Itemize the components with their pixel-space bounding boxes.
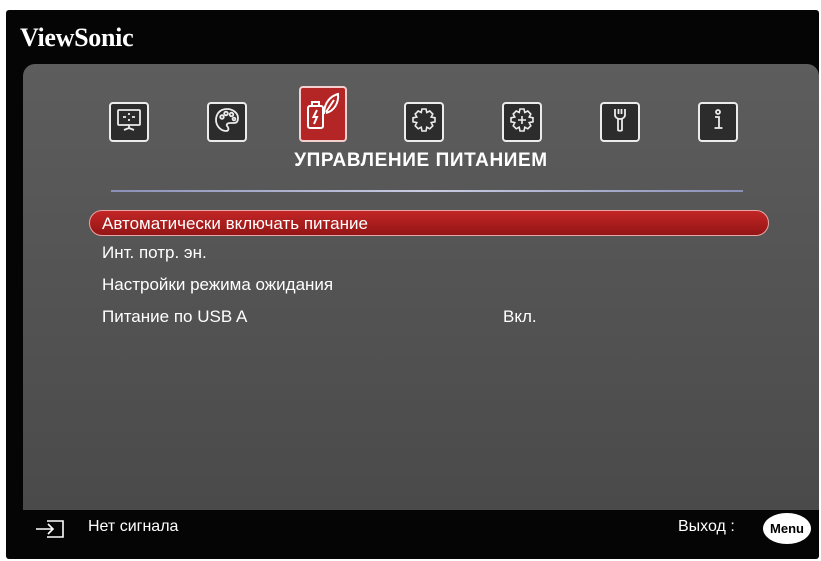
tab-power-management[interactable] xyxy=(299,86,347,142)
tab-system[interactable] xyxy=(600,102,640,142)
footer-bar: Нет сигнала Выход : Menu xyxy=(6,510,819,550)
palette-icon xyxy=(213,106,241,139)
menu-item-label: Автоматически включать питание xyxy=(102,214,368,233)
info-icon xyxy=(704,106,732,139)
osd-panel: УПРАВЛЕНИЕ ПИТАНИЕМ Автоматически включа… xyxy=(23,64,819,510)
tab-basic[interactable] xyxy=(404,102,444,142)
exit-label: Выход : xyxy=(678,518,735,535)
power-management-icon xyxy=(304,90,342,139)
menu-item-label: Инт. потр. эн. xyxy=(102,243,207,262)
title-divider xyxy=(111,190,743,192)
input-source-icon xyxy=(33,518,67,540)
menu-item-smart-energy[interactable]: Инт. потр. эн. xyxy=(99,240,207,266)
menu-item-usb-a-power[interactable]: Питание по USB A Вкл. xyxy=(99,304,537,330)
menu-item-auto-power-on[interactable]: Автоматически включать питание xyxy=(89,210,769,236)
signal-status: Нет сигнала xyxy=(88,518,179,535)
wrench-icon xyxy=(606,106,634,139)
advanced-gear-icon xyxy=(508,106,536,139)
tab-advanced[interactable] xyxy=(502,102,542,142)
display-icon xyxy=(115,106,143,139)
menu-item-value: Вкл. xyxy=(503,307,537,326)
menu-title: УПРАВЛЕНИЕ ПИТАНИЕМ xyxy=(294,150,548,171)
gear-icon xyxy=(410,106,438,139)
brand-logo: ViewSonic xyxy=(20,23,134,52)
osd-frame: ViewSonic УПРАВЛЕНИЕ ПИТАНИЕМ Автоматиче… xyxy=(6,10,819,559)
menu-button[interactable]: Menu xyxy=(763,513,811,544)
tab-display[interactable] xyxy=(109,102,149,142)
tab-information[interactable] xyxy=(698,102,738,142)
menu-item-label: Настройки режима ожидания xyxy=(102,275,334,294)
tab-image[interactable] xyxy=(207,102,247,142)
menu-item-label: Питание по USB A xyxy=(102,307,248,326)
menu-item-standby-settings[interactable]: Настройки режима ожидания xyxy=(99,272,333,298)
